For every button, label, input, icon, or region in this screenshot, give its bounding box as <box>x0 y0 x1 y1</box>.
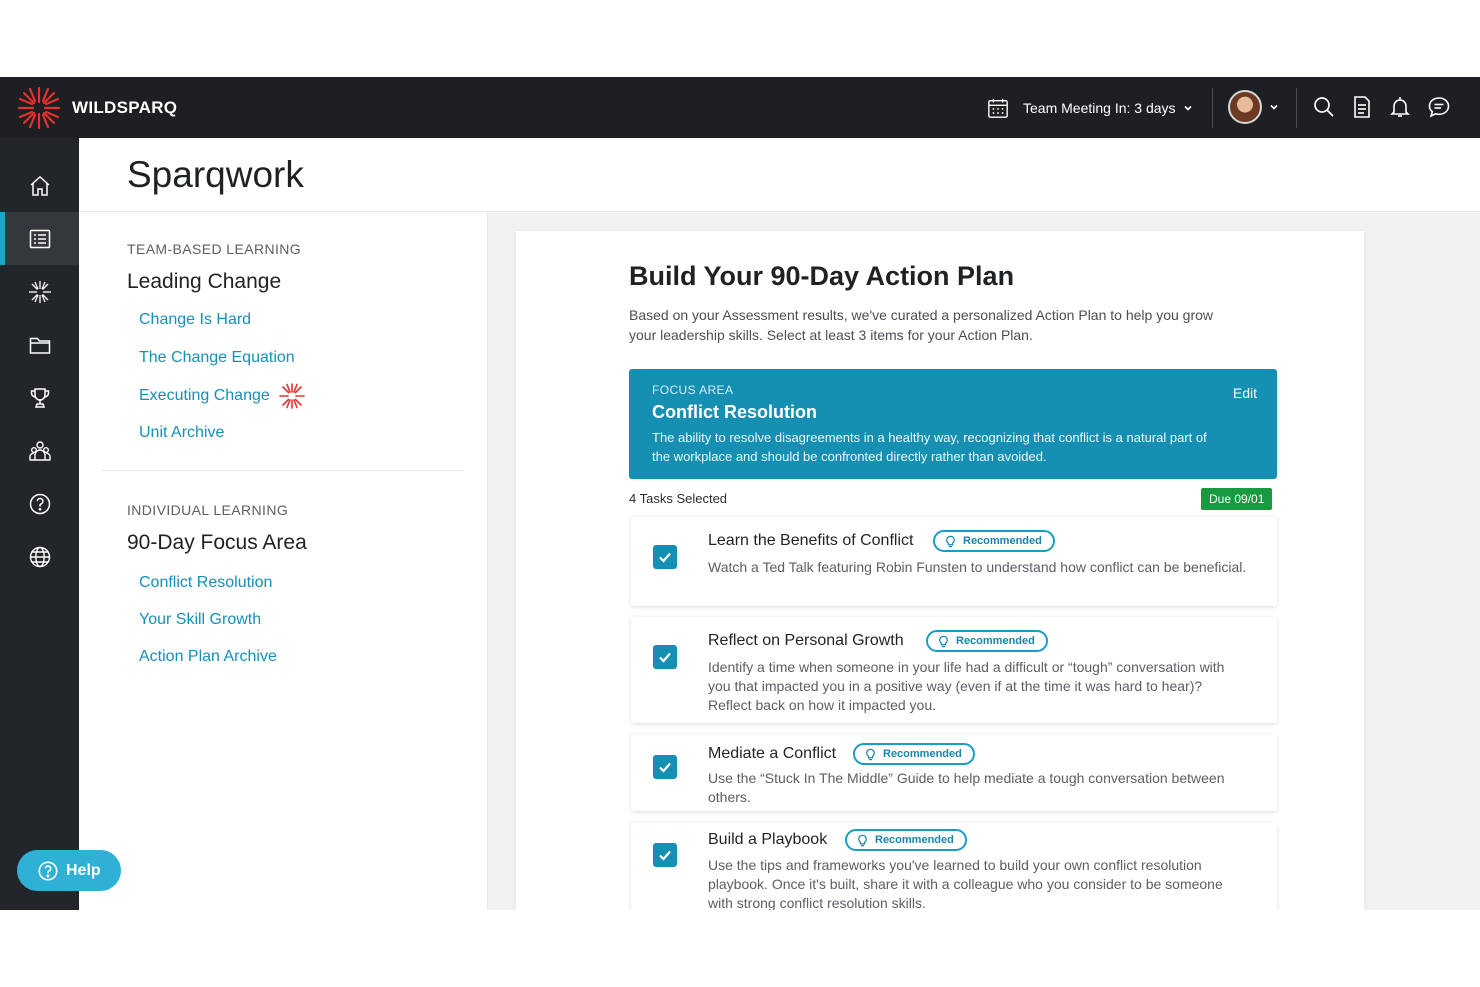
nav-link-unit-archive[interactable]: Unit Archive <box>139 424 224 442</box>
spark-logo-icon[interactable] <box>17 86 61 130</box>
help-label: Help <box>66 861 101 879</box>
recommended-label: Recommended <box>883 748 962 760</box>
trophy-icon <box>30 387 49 408</box>
question-icon <box>38 860 58 881</box>
task-description: Watch a Ted Talk featuring Robin Funsten… <box>708 559 1247 575</box>
task-checkbox[interactable] <box>653 645 677 669</box>
globe-icon <box>29 546 50 567</box>
page-title: Sparqwork <box>127 154 304 195</box>
main-content: Build Your 90-Day Action Plan Based on y… <box>488 212 1480 910</box>
chevron-down-icon <box>1183 105 1192 111</box>
recommended-badge: Recommended <box>926 630 1048 652</box>
team-meeting-label: Team Meeting In: 3 days <box>1023 100 1176 116</box>
nav-link-change-is-hard[interactable]: Change Is Hard <box>139 311 251 329</box>
task-description: Use the tips and frameworks you've learn… <box>708 857 1223 910</box>
task-checkbox[interactable] <box>653 755 677 779</box>
section-nav: TEAM-BASED LEARNING Leading Change Chang… <box>79 212 488 910</box>
top-bar: WILDSPARQ Team Meeting In: 3 days <box>0 77 1480 138</box>
focus-area-title: Conflict Resolution <box>652 402 817 422</box>
recommended-badge: Recommended <box>853 743 975 765</box>
chevron-down-icon <box>1270 104 1278 110</box>
home-icon <box>30 175 49 196</box>
rail-item-help[interactable] <box>0 477 79 530</box>
individual-learning-title: 90-Day Focus Area <box>127 531 307 554</box>
rail-item-team[interactable] <box>0 424 79 477</box>
task-description: Use the “Stuck In The Middle” Guide to h… <box>708 770 1225 805</box>
task-title: Mediate a Conflict <box>708 745 837 762</box>
search-icon[interactable] <box>1312 95 1336 119</box>
focus-area-description: The ability to resolve disagreements in … <box>652 430 1207 464</box>
rail-item-sparqwork[interactable] <box>0 212 79 265</box>
nav-link-change-equation[interactable]: The Change Equation <box>139 349 295 367</box>
checkmark-icon <box>659 850 671 861</box>
team-icon <box>28 440 51 461</box>
sidebar-rail <box>0 138 79 910</box>
task-card: Learn the Benefits of Conflict Recommend… <box>631 517 1277 606</box>
team-learning-title: Leading Change <box>127 270 282 293</box>
sparqwork-icon <box>29 229 50 248</box>
task-description: Identify a time when someone in your lif… <box>708 659 1225 713</box>
recommended-badge: Recommended <box>845 829 967 851</box>
nav-link-executing-change[interactable]: Executing Change <box>139 382 306 410</box>
task-title: Build a Playbook <box>708 831 828 848</box>
question-icon <box>29 493 50 514</box>
lightbulb-icon <box>939 635 948 647</box>
rail-item-achievements[interactable] <box>0 371 79 424</box>
task-title: Learn the Benefits of Conflict <box>708 532 914 549</box>
folder-icon <box>29 337 50 354</box>
lightbulb-icon <box>858 834 867 846</box>
individual-learning-label: INDIVIDUAL LEARNING <box>127 502 289 518</box>
user-menu[interactable] <box>1228 90 1280 124</box>
team-learning-label: TEAM-BASED LEARNING <box>127 241 302 257</box>
focus-area-label: FOCUS AREA <box>652 383 734 397</box>
lightbulb-icon <box>866 748 875 760</box>
rail-item-spark[interactable] <box>0 265 79 318</box>
due-date-badge: Due 09/01 <box>1201 488 1273 510</box>
topbar-divider <box>1212 88 1213 128</box>
rail-item-home[interactable] <box>0 159 79 212</box>
action-plan-intro: Based on your Assessment results, we've … <box>629 307 1214 343</box>
action-plan-card: Build Your 90-Day Action Plan Based on y… <box>516 231 1364 910</box>
spark-icon <box>278 383 305 409</box>
nav-link-conflict-resolution[interactable]: Conflict Resolution <box>139 574 272 592</box>
team-meeting-dropdown[interactable]: Team Meeting In: 3 days <box>987 94 1194 122</box>
rail-item-global[interactable] <box>0 530 79 583</box>
task-card: Reflect on Personal Growth Recommended I… <box>631 617 1277 723</box>
lightbulb-icon <box>946 535 955 547</box>
recommended-label: Recommended <box>963 535 1042 547</box>
tasks-selected-count: 4 Tasks Selected <box>629 491 728 506</box>
document-icon[interactable] <box>1350 95 1374 119</box>
nav-divider <box>102 470 464 471</box>
recommended-label: Recommended <box>956 635 1035 647</box>
edit-focus-button[interactable]: Edit <box>1233 385 1257 401</box>
nav-link-action-plan-archive[interactable]: Action Plan Archive <box>139 648 277 666</box>
task-checkbox[interactable] <box>653 843 677 867</box>
bell-icon[interactable] <box>1388 95 1412 119</box>
task-card: Build a Playbook Recommended Use the tip… <box>631 823 1277 910</box>
chat-icon[interactable] <box>1427 95 1451 119</box>
task-title: Reflect on Personal Growth <box>708 632 904 649</box>
task-card: Mediate a Conflict Recommended Use the “… <box>631 734 1277 811</box>
app-window: WILDSPARQ Team Meeting In: 3 days Help S… <box>0 77 1480 910</box>
brand-name: WILDSPARQ <box>72 98 178 117</box>
checkmark-icon <box>659 652 671 663</box>
checkmark-icon <box>659 552 671 563</box>
nav-link-label: Executing Change <box>139 387 270 404</box>
nav-link-skill-growth[interactable]: Your Skill Growth <box>139 611 261 629</box>
spark-icon <box>28 280 51 303</box>
help-button[interactable]: Help <box>17 850 121 891</box>
action-plan-title: Build Your 90-Day Action Plan <box>629 261 1015 291</box>
topbar-divider <box>1296 88 1297 128</box>
calendar-icon <box>988 98 1008 118</box>
checkmark-icon <box>659 762 671 773</box>
avatar <box>1228 90 1262 124</box>
focus-area-panel: FOCUS AREA Conflict Resolution The abili… <box>629 369 1277 479</box>
task-checkbox[interactable] <box>653 545 677 569</box>
page-header: Sparqwork <box>79 138 1480 212</box>
recommended-badge: Recommended <box>933 530 1055 552</box>
rail-item-files[interactable] <box>0 318 79 371</box>
recommended-label: Recommended <box>875 834 954 846</box>
